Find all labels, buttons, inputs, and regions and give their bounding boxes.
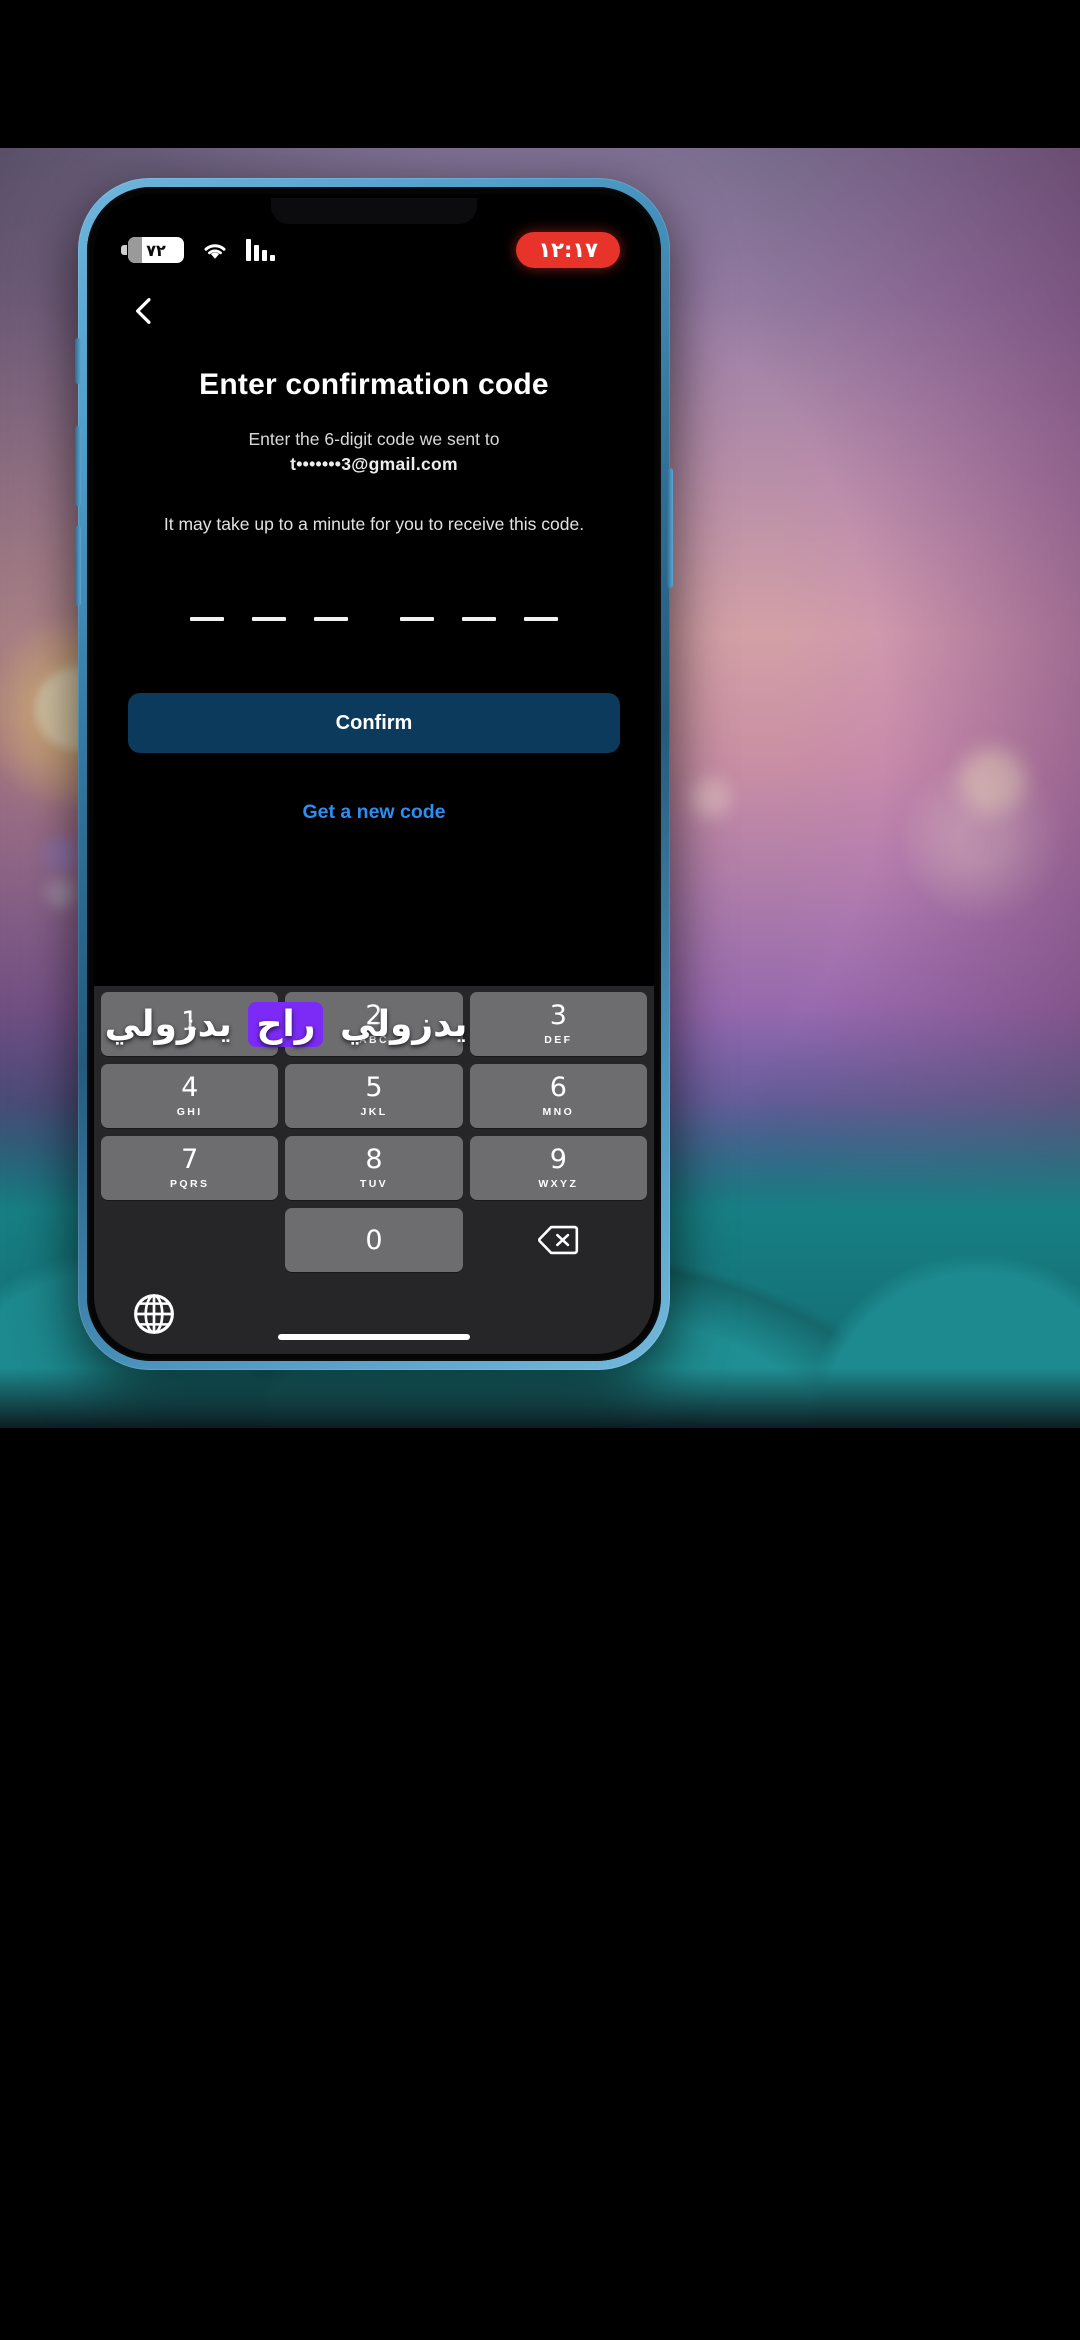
key-letters: ABC <box>359 1034 389 1046</box>
code-digit-slot[interactable] <box>462 617 496 622</box>
get-new-code-link[interactable]: Get a new code <box>128 801 620 824</box>
key-4[interactable]: 4 GHI <box>101 1064 279 1128</box>
delivery-hint: It may take up to a minute for you to re… <box>163 513 585 534</box>
globe-language-icon[interactable] <box>131 1291 179 1339</box>
key-7[interactable]: 7 PQRS <box>101 1136 279 1200</box>
volume-down-button[interactable] <box>75 526 81 606</box>
phone-screen: ٧٢ ١٢:١٧ Enter confirmation code Enter t… <box>94 194 654 1354</box>
key-1[interactable]: 1 <box>101 992 279 1056</box>
code-digit-slot[interactable] <box>524 617 558 622</box>
phone-device: ٧٢ ١٢:١٧ Enter confirmation code Enter t… <box>75 178 673 1370</box>
back-chevron-icon[interactable] <box>120 287 168 335</box>
cellular-signal-icon <box>246 239 275 261</box>
page-title: Enter confirmation code <box>199 368 549 401</box>
status-bar-left: ٧٢ <box>121 237 275 263</box>
key-letters: DEF <box>544 1034 573 1046</box>
code-digit-slot[interactable] <box>400 617 434 622</box>
key-digit: 5 <box>365 1072 383 1103</box>
code-digit-slot[interactable] <box>252 617 286 622</box>
key-digit: 3 <box>549 1000 567 1031</box>
key-letters: WXYZ <box>538 1178 579 1190</box>
keypad-row: 7 PQRS 8 TUV 9 WXYZ <box>101 1136 647 1200</box>
keypad-row: 0 <box>101 1208 647 1272</box>
confirm-button-label: Confirm <box>335 711 413 734</box>
battery-percent-label: ٧٢ <box>146 240 166 260</box>
nav-bar <box>94 276 654 346</box>
status-bar-right: ١٢:١٧ <box>516 232 620 268</box>
keypad-spacer <box>101 1208 278 1272</box>
key-letters: TUV <box>359 1178 389 1190</box>
masked-email: t•••••••3@gmail.com <box>290 454 458 475</box>
wifi-icon <box>200 239 230 261</box>
key-5[interactable]: 5 JKL <box>285 1064 463 1128</box>
key-8[interactable]: 8 TUV <box>285 1136 463 1200</box>
confirm-button[interactable]: Confirm <box>128 693 620 754</box>
key-letters: PQRS <box>169 1178 210 1190</box>
volume-up-button[interactable] <box>75 426 81 506</box>
home-indicator[interactable] <box>278 1334 470 1340</box>
code-digit-slot[interactable] <box>314 617 348 622</box>
phone-bezel: ٧٢ ١٢:١٧ Enter confirmation code Enter t… <box>87 187 661 1361</box>
key-0[interactable]: 0 <box>285 1208 463 1272</box>
numeric-keypad: 1 2 ABC 3 DEF 4 GHI 5 JKL 6 MNO 7 PQRS 8… <box>94 986 654 1354</box>
key-9[interactable]: 9 WXYZ <box>469 1136 647 1200</box>
main-content: Enter confirmation code Enter the 6-digi… <box>94 344 654 824</box>
dynamic-island <box>271 198 477 224</box>
app-surface: ٧٢ ١٢:١٧ Enter confirmation code Enter t… <box>94 194 654 1354</box>
key-digit: 8 <box>365 1144 383 1175</box>
key-letters: GHI <box>176 1106 203 1118</box>
key-digit: 7 <box>181 1144 199 1175</box>
key-letters: MNO <box>542 1106 575 1118</box>
keypad-row: 1 2 ABC 3 DEF <box>101 992 647 1056</box>
key-digit: 2 <box>365 1000 383 1031</box>
key-3[interactable]: 3 DEF <box>469 992 647 1056</box>
battery-fill <box>128 237 142 263</box>
battery-icon: ٧٢ <box>121 237 184 263</box>
recording-time-pill: ١٢:١٧ <box>516 232 620 268</box>
code-input-row[interactable] <box>128 617 620 622</box>
keypad-row: 4 GHI 5 JKL 6 MNO <box>101 1064 647 1128</box>
key-digit: 4 <box>181 1072 199 1103</box>
key-digit: 0 <box>365 1224 383 1256</box>
code-digit-slot[interactable] <box>190 617 224 622</box>
backspace-icon[interactable] <box>470 1208 647 1272</box>
key-6[interactable]: 6 MNO <box>469 1064 647 1128</box>
video-frame: ٧٢ ١٢:١٧ Enter confirmation code Enter t… <box>0 0 1080 2340</box>
key-digit: 1 <box>181 1006 199 1037</box>
foreground-shadow <box>0 1368 1080 1428</box>
subtitle-block: Enter the 6-digit code we sent to t•••••… <box>128 427 620 478</box>
power-button[interactable] <box>667 468 673 588</box>
subtitle-line: Enter the 6-digit code we sent to <box>248 429 500 449</box>
silent-switch[interactable] <box>75 338 81 384</box>
key-2[interactable]: 2 ABC <box>285 992 463 1056</box>
key-digit: 9 <box>549 1144 567 1175</box>
key-letters: JKL <box>360 1106 388 1118</box>
key-digit: 6 <box>549 1072 567 1103</box>
